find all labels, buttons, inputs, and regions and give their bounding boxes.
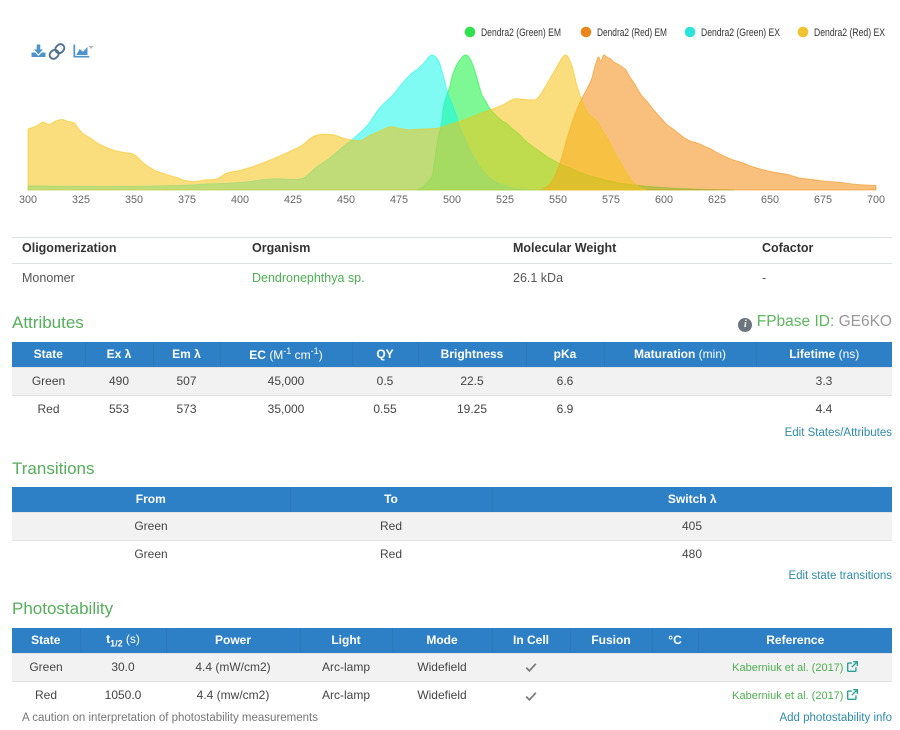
svg-text:475: 475	[390, 194, 408, 206]
svg-text:600: 600	[655, 194, 673, 206]
svg-text:575: 575	[602, 194, 620, 206]
svg-text:Dendra2 (Green) EX: Dendra2 (Green) EX	[701, 27, 780, 39]
svg-text:700: 700	[867, 194, 885, 206]
svg-text:500: 500	[443, 194, 461, 206]
svg-text:300: 300	[19, 194, 37, 206]
svg-text:425: 425	[284, 194, 302, 206]
svg-text:325: 325	[72, 194, 90, 206]
svg-text:Dendra2 (Red) EX: Dendra2 (Red) EX	[814, 27, 885, 39]
svg-text:450: 450	[337, 194, 355, 206]
svg-text:625: 625	[708, 194, 726, 206]
svg-text:Dendra2 (Green) EM: Dendra2 (Green) EM	[481, 27, 561, 39]
svg-text:400: 400	[231, 194, 249, 206]
svg-text:650: 650	[761, 194, 779, 206]
svg-text:350: 350	[125, 194, 143, 206]
svg-text:675: 675	[814, 194, 832, 206]
svg-text:550: 550	[549, 194, 567, 206]
svg-text:Dendra2 (Red) EM: Dendra2 (Red) EM	[597, 27, 667, 39]
svg-text:525: 525	[496, 194, 514, 206]
svg-text:375: 375	[178, 194, 196, 206]
